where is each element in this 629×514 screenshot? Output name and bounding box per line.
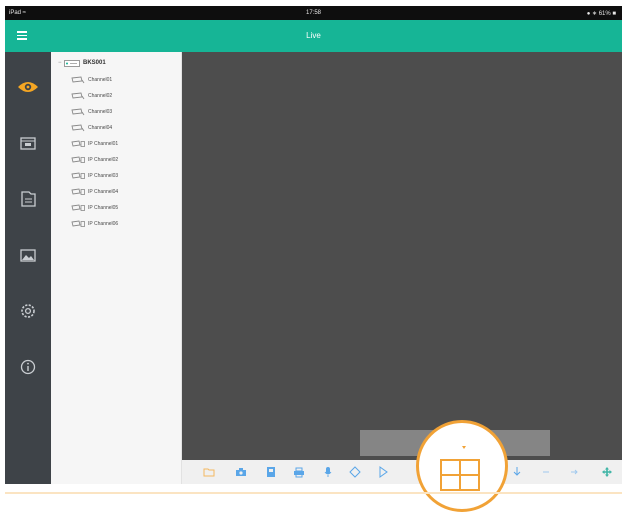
- tree-item-label: IP Channel01: [88, 141, 119, 147]
- split-screen-layout-button[interactable]: [440, 459, 480, 496]
- download-button[interactable]: [510, 465, 524, 479]
- ip-camera-icon: [71, 220, 85, 227]
- info-icon: [20, 359, 36, 375]
- camera-icon: [71, 108, 85, 116]
- tree-root-label: BKS001: [83, 60, 106, 66]
- camera-icon: [71, 76, 85, 84]
- eye-icon: [18, 82, 38, 92]
- tree-item-label: IP Channel03: [88, 173, 119, 179]
- sidebar-item-files[interactable]: [11, 182, 45, 216]
- bottom-toolbar: [182, 460, 622, 484]
- print-icon: [294, 467, 304, 477]
- tree-item-ip-channel03[interactable]: IP Channel03: [71, 171, 118, 181]
- tree-item-label: Channel01: [88, 77, 113, 83]
- sidebar: [5, 52, 51, 484]
- record-icon: [267, 467, 275, 477]
- image-icon: [20, 248, 36, 262]
- camera-icon: [71, 124, 85, 132]
- capture-button[interactable]: [234, 465, 248, 479]
- sidebar-item-info[interactable]: [11, 350, 45, 384]
- status-bar: iPad ≈ 17:58 ● ∗ 61% ■: [5, 6, 622, 20]
- chevron-left-icon: [543, 471, 549, 473]
- tree-item-label: Channel04: [88, 125, 113, 131]
- ptz-button[interactable]: [348, 465, 362, 479]
- playback-icon: [20, 136, 36, 150]
- ip-camera-icon: [71, 204, 85, 211]
- ip-camera-icon: [71, 156, 85, 163]
- dvr-icon: [64, 59, 80, 67]
- tree-item-label: IP Channel06: [88, 221, 119, 227]
- device-tree: − BKS001 Channel01 Channel02 Channel03 C…: [51, 52, 182, 484]
- page-title: Live: [306, 31, 321, 40]
- move-icon: [602, 467, 612, 477]
- ip-camera-icon: [71, 188, 85, 195]
- live-view-area[interactable]: [182, 52, 622, 460]
- play-button[interactable]: [376, 465, 390, 479]
- tree-item-channel03[interactable]: Channel03: [71, 107, 112, 117]
- microphone-icon: [324, 467, 332, 477]
- sidebar-item-settings[interactable]: [11, 294, 45, 328]
- tree-item-ip-channel02[interactable]: IP Channel02: [71, 155, 118, 165]
- caret-up-icon: [462, 446, 466, 449]
- chevron-right-icon: [571, 469, 578, 475]
- tree-item-label: IP Channel02: [88, 157, 119, 163]
- tree-item-ip-channel05[interactable]: IP Channel05: [71, 203, 118, 213]
- sidebar-item-live-view[interactable]: [11, 70, 45, 104]
- ptz-icon: [349, 466, 361, 478]
- sidebar-item-playback[interactable]: [11, 126, 45, 160]
- folder-icon: [203, 468, 215, 477]
- tree-item-label: Channel03: [88, 109, 113, 115]
- sidebar-item-images[interactable]: [11, 238, 45, 272]
- tree-item-channel02[interactable]: Channel02: [71, 91, 112, 101]
- status-time: 17:58: [305, 10, 321, 16]
- microphone-button[interactable]: [321, 465, 335, 479]
- grid-layout-icon: [440, 459, 480, 491]
- directional-button[interactable]: [600, 465, 614, 479]
- ip-camera-icon: [71, 172, 85, 179]
- download-icon: [513, 467, 521, 476]
- next-button[interactable]: [567, 465, 581, 479]
- tree-root[interactable]: − BKS001: [58, 58, 106, 68]
- status-battery: ● ∗ 61% ■: [586, 11, 616, 17]
- play-icon: [379, 466, 388, 478]
- divider: [5, 492, 622, 494]
- folder-button[interactable]: [202, 465, 216, 479]
- ip-camera-icon: [71, 140, 85, 147]
- print-button[interactable]: [292, 465, 306, 479]
- tree-item-channel04[interactable]: Channel04: [71, 123, 112, 133]
- folder-icon: [20, 191, 36, 207]
- highlight-callout: [416, 420, 508, 512]
- gear-icon: [21, 304, 35, 318]
- app-window: iPad ≈ 17:58 ● ∗ 61% ■ Live − BKS001 Cha…: [5, 6, 622, 484]
- record-button[interactable]: [264, 465, 278, 479]
- tree-item-channel01[interactable]: Channel01: [71, 75, 112, 85]
- tree-item-label: IP Channel04: [88, 189, 119, 195]
- camera-icon: [236, 468, 246, 476]
- prev-button[interactable]: [539, 465, 553, 479]
- app-header: Live: [5, 20, 622, 52]
- tree-item-ip-channel06[interactable]: IP Channel06: [71, 219, 118, 229]
- camera-icon: [71, 92, 85, 100]
- tree-item-label: IP Channel05: [88, 205, 119, 211]
- tree-item-label: Channel02: [88, 93, 113, 99]
- tree-item-ip-channel01[interactable]: IP Channel01: [71, 139, 118, 149]
- tree-item-ip-channel04[interactable]: IP Channel04: [71, 187, 118, 197]
